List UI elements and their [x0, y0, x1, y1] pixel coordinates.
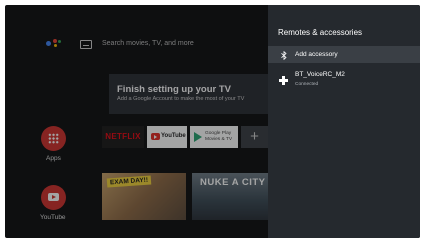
- thumbnail-title: NUKE A CITY: [200, 177, 266, 188]
- device-name[interactable]: BT_VoiceRC_M2: [295, 71, 345, 78]
- netflix-tile[interactable]: NETFLIX: [102, 126, 144, 148]
- add-app-tile[interactable]: +: [241, 126, 268, 148]
- youtube-label: YouTube: [40, 214, 66, 221]
- device-status: Connected: [295, 82, 319, 87]
- home-screen: Search movies, TV, and more Finish setti…: [5, 5, 268, 238]
- search-bar[interactable]: Search movies, TV, and more: [102, 40, 194, 47]
- add-accessory-button[interactable]: Add accessory: [268, 46, 420, 63]
- remotes-accessories-panel: Remotes & accessories Add accessory BT_V…: [268, 5, 420, 238]
- bluetooth-icon: [281, 51, 287, 60]
- apps-button[interactable]: [41, 126, 66, 151]
- youtube-tile[interactable]: YouTube: [147, 126, 187, 148]
- apps-grid-icon: [48, 133, 59, 144]
- play-movies-tile[interactable]: Google Play Movies & TV: [190, 126, 238, 148]
- gamepad-icon: [279, 76, 288, 85]
- setup-banner-subtitle: Add a Google Account to make the most of…: [117, 96, 245, 102]
- setup-banner[interactable]: Finish setting up your TV Add a Google A…: [109, 74, 268, 114]
- thumbnail-badge: EXAM DAY!!: [106, 175, 152, 188]
- google-assistant-icon[interactable]: [46, 38, 62, 50]
- play-movies-tile-label: Google Play Movies & TV: [205, 131, 233, 142]
- play-store-icon: [194, 132, 202, 142]
- tv-screen: Search movies, TV, and more Finish setti…: [5, 5, 420, 238]
- panel-title: Remotes & accessories: [278, 28, 363, 37]
- youtube-play-icon: [48, 193, 59, 201]
- apps-label: Apps: [46, 155, 61, 162]
- setup-banner-title: Finish setting up your TV: [117, 84, 231, 95]
- add-accessory-label: Add accessory: [295, 51, 338, 58]
- video-thumbnail[interactable]: NUKE A CITY: [192, 173, 268, 220]
- youtube-channel-button[interactable]: [41, 185, 66, 210]
- youtube-logo-icon: [151, 133, 160, 140]
- keyboard-icon[interactable]: [80, 40, 92, 49]
- video-thumbnail[interactable]: EXAM DAY!!: [102, 173, 186, 220]
- youtube-tile-label: YouTube: [161, 133, 186, 139]
